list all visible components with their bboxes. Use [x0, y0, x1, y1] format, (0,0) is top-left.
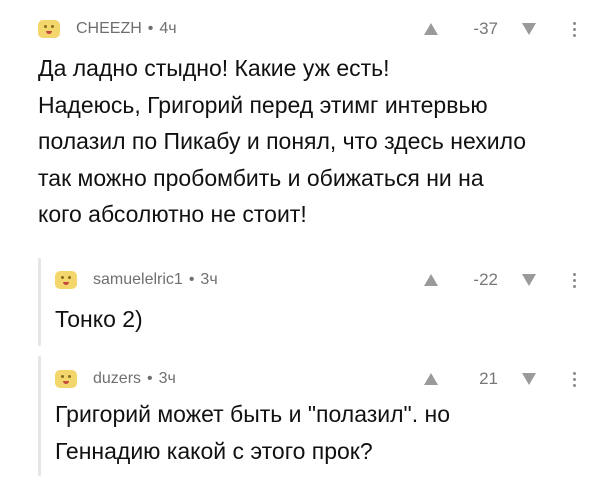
arrow-up-icon[interactable] — [424, 274, 438, 286]
comment-header: samuelelric1 • 3ч — [55, 267, 218, 293]
avatar-icon[interactable] — [38, 20, 60, 38]
arrow-up-icon[interactable] — [424, 373, 438, 385]
avatar-icon[interactable] — [55, 271, 77, 289]
arrow-down-icon[interactable] — [522, 274, 536, 286]
comment-text: Григорий может быть и "полазил". но Генн… — [55, 401, 450, 464]
separator-dot: • — [188, 271, 195, 288]
more-vertical-icon[interactable] — [569, 16, 579, 42]
arrow-up-icon[interactable] — [424, 23, 438, 35]
arrow-down-icon[interactable] — [522, 23, 536, 35]
comment-time: 3ч — [200, 271, 218, 288]
author-name[interactable]: samuelelric1 — [93, 271, 183, 289]
comment-text: Тонко 2) — [55, 306, 143, 332]
author-name[interactable]: duzers — [93, 370, 141, 388]
comment-time: 3ч — [158, 370, 176, 387]
avatar-icon[interactable] — [55, 370, 77, 388]
thread-line — [38, 356, 41, 476]
vote-controls: 21 — [424, 366, 536, 392]
comment-score: -22 — [473, 270, 498, 289]
arrow-down-icon[interactable] — [522, 373, 536, 385]
separator-dot: • — [147, 20, 154, 37]
more-vertical-icon[interactable] — [569, 366, 579, 392]
comment-time: 4ч — [159, 20, 177, 37]
thread-line — [38, 258, 41, 346]
comment-header: duzers • 3ч — [55, 366, 176, 392]
comment-score: 21 — [479, 369, 498, 388]
vote-controls: -22 — [424, 267, 536, 293]
vote-controls: -37 — [424, 16, 536, 42]
comment-header: CHEEZH • 4ч — [38, 16, 177, 42]
separator-dot: • — [147, 370, 153, 387]
author-name[interactable]: CHEEZH — [76, 20, 142, 38]
comment-score: -37 — [473, 19, 498, 38]
comment-text: Да ладно стыдно! Какие уж есть! Надеюсь,… — [38, 55, 527, 227]
more-vertical-icon[interactable] — [569, 267, 579, 293]
